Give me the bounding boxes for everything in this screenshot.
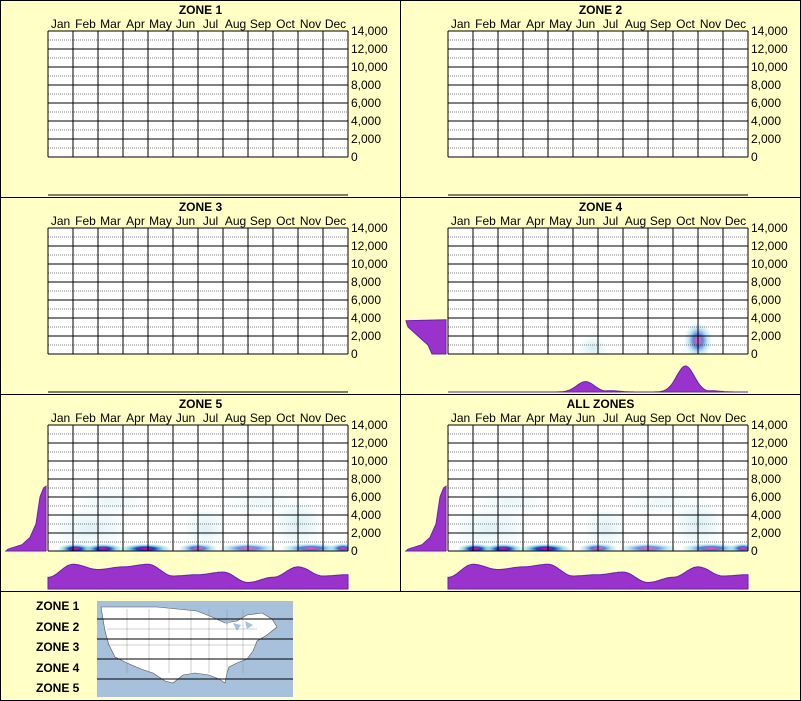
monthly-density-curve <box>447 563 749 590</box>
heatmap-hotspot <box>579 335 607 354</box>
zone-map <box>97 601 293 697</box>
panel-all-zones: ALL ZONES Jan Feb Mar Apr May Jun Jul Aug Sep Oct N… <box>400 394 801 592</box>
plot-area <box>4 424 349 590</box>
panel-zone-4: ZONE 4 Jan Feb Mar Apr May Jun Jul Aug Sep Oct Nov D… <box>400 197 801 395</box>
heatmap-hotspot <box>220 487 301 516</box>
plot-area <box>404 424 749 590</box>
zone-legend: ZONE 1 ZONE 2 ZONE 3 ZONE 4 ZONE 5 <box>0 591 801 701</box>
panel-zone-5: ZONE 5 Jan Feb Mar Apr May Jun Jul Aug Sep Oct Nov D… <box>0 394 401 592</box>
heatmap-hotspot <box>519 543 572 551</box>
monthly-density-curve <box>448 365 748 393</box>
monthly-density-curve <box>47 563 349 590</box>
legend-label-zone-2: ZONE 2 <box>36 619 80 634</box>
heatmap-hotspot <box>329 543 348 551</box>
heatmap-hotspot <box>119 543 172 551</box>
legend-label-zone-1: ZONE 1 <box>36 599 80 613</box>
heatmap-hotspot <box>583 506 628 551</box>
heatmap-hotspot <box>183 506 228 551</box>
legend-label-zone-5: ZONE 5 <box>36 681 80 695</box>
panel-zone-2: ZONE 2 Jan Feb Mar Apr May Jun Jul Aug Sep Oct Nov D… <box>400 0 801 198</box>
heatmap-hotspot <box>470 487 551 516</box>
panel-zone-3: ZONE 3 Jan Feb Mar Apr May Jun Jul Aug Sep Oct Nov D… <box>0 197 401 395</box>
heatmap-hotspot <box>70 487 151 516</box>
heatmap-hotspot <box>620 487 701 516</box>
legend-label-zone-3: ZONE 3 <box>36 640 80 654</box>
elevation-density-curve <box>405 319 447 355</box>
legend-label-zone-4: ZONE 4 <box>36 660 80 675</box>
plot-area <box>47 30 349 196</box>
figure-root: ZONE 1 Jan Feb Mar Apr May Jun Jul Aug Sep Oct Nov D… <box>0 0 801 701</box>
elevation-density-curve <box>4 485 47 552</box>
plot-area <box>405 227 749 393</box>
plot-area <box>447 30 749 196</box>
elevation-density-curve <box>404 485 447 552</box>
heatmap-hotspot <box>729 543 748 551</box>
plot-area <box>47 227 349 393</box>
panel-zone-1: ZONE 1 Jan Feb Mar Apr May Jun Jul Aug Sep Oct Nov D… <box>0 0 401 198</box>
